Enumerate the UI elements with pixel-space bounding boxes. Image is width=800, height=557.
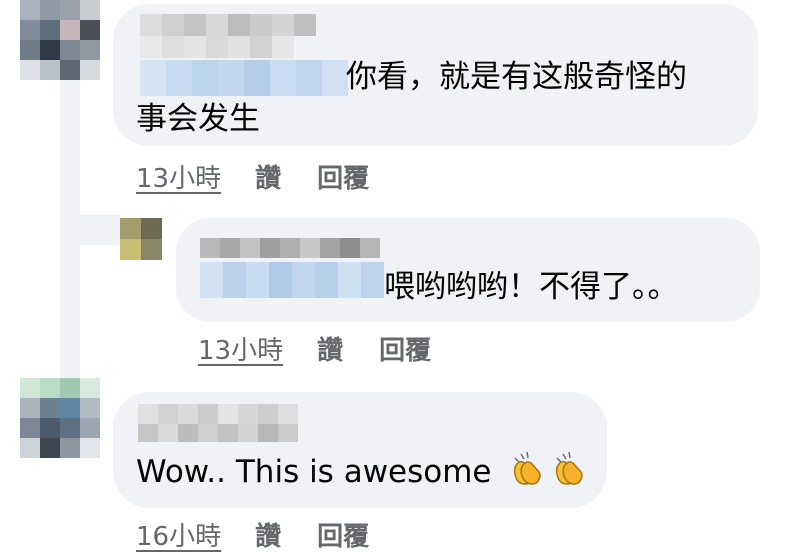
mentioned-name-blurred[interactable] xyxy=(140,60,348,96)
avatar[interactable] xyxy=(20,0,100,80)
like-button[interactable]: 讚 xyxy=(255,158,281,195)
comment-actions: 13小時 讚 回覆 xyxy=(198,330,467,367)
comment-timestamp[interactable]: 16小時 xyxy=(136,516,221,553)
comment-text-content: Wow.. This is awesome xyxy=(136,454,492,490)
reply-button[interactable]: 回覆 xyxy=(379,330,431,367)
comment-text: 你看，就是有这般奇怪的 xyxy=(346,59,687,95)
commenter-name-blurred[interactable] xyxy=(138,404,298,424)
comment-text: 事会发生 xyxy=(136,101,260,137)
comment-text: 喂哟哟哟！不得了。。 xyxy=(384,269,679,305)
mentioned-name-blurred[interactable] xyxy=(200,262,384,298)
commenter-name-blurred xyxy=(138,424,298,442)
thread-line xyxy=(60,215,120,245)
clapping-hands-icon xyxy=(507,448,547,501)
comment-timestamp[interactable]: 13小時 xyxy=(198,330,283,367)
comment-actions: 16小時 讚 回覆 xyxy=(136,516,405,553)
commenter-name-blurred xyxy=(140,36,294,58)
like-button[interactable]: 讚 xyxy=(317,330,343,367)
avatar[interactable] xyxy=(120,218,162,260)
comment-text: Wow.. This is awesome xyxy=(136,448,589,501)
like-button[interactable]: 讚 xyxy=(255,516,281,553)
comment-timestamp[interactable]: 13小時 xyxy=(136,158,221,195)
reply-button[interactable]: 回覆 xyxy=(317,516,369,553)
commenter-name-blurred[interactable] xyxy=(200,238,380,258)
comment-actions: 13小時 讚 回覆 xyxy=(136,158,405,195)
avatar[interactable] xyxy=(20,378,100,458)
reply-button[interactable]: 回覆 xyxy=(317,158,369,195)
commenter-name-blurred[interactable] xyxy=(140,14,316,36)
clapping-hands-icon xyxy=(549,448,589,501)
